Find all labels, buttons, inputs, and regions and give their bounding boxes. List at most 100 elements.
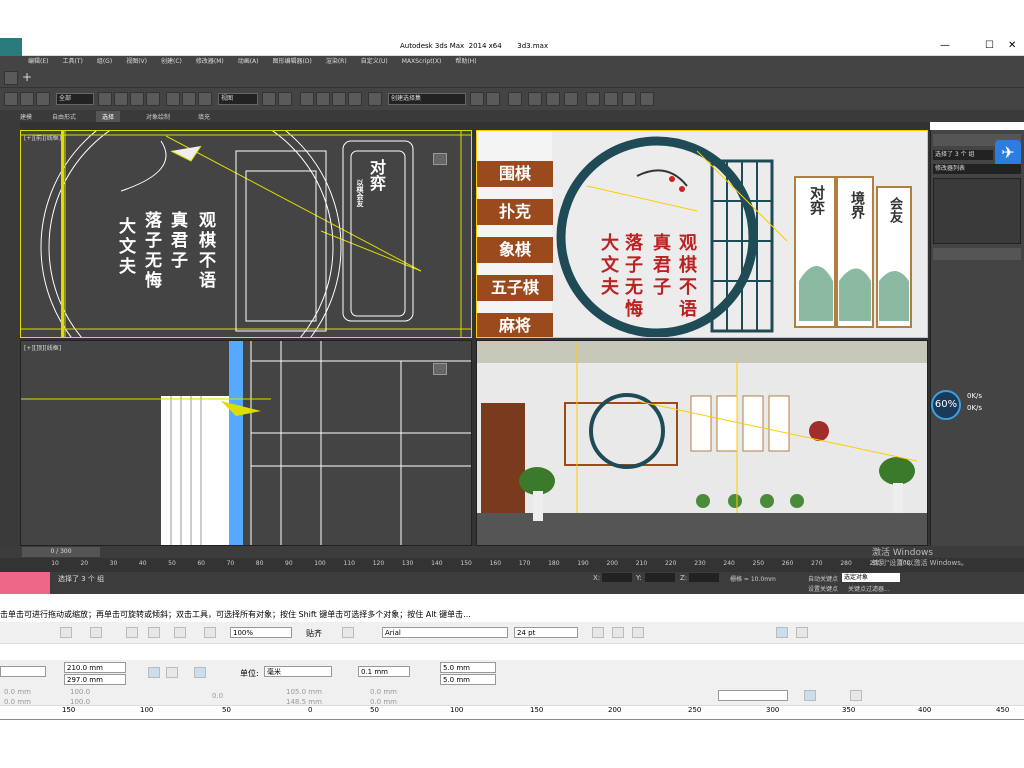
font-size-dropdown[interactable]: 24 pt bbox=[514, 627, 578, 638]
menu-create[interactable]: 创建(C) bbox=[161, 56, 182, 68]
tab-freeform[interactable]: 自由形式 bbox=[46, 111, 82, 122]
manipulate-icon[interactable] bbox=[278, 92, 292, 106]
percent-snap-icon[interactable] bbox=[332, 92, 346, 106]
time-slider[interactable]: 0 / 300 bbox=[0, 546, 1024, 558]
y-coord-field[interactable] bbox=[645, 573, 675, 582]
add-icon[interactable]: + bbox=[22, 71, 36, 85]
page-size-dropdown[interactable] bbox=[0, 666, 46, 677]
export-icon[interactable] bbox=[148, 627, 160, 638]
viewport-perspective[interactable]: 围棋 扑克 象棋 五子棋 麻将 大 文 夫 落 子 无 悔 真 君 子 观 棋 … bbox=[476, 130, 928, 338]
italic-icon[interactable] bbox=[612, 627, 624, 638]
named-selection-set-dropdown[interactable]: 创建选择集 bbox=[388, 93, 466, 105]
rect-selection-icon[interactable] bbox=[130, 92, 144, 106]
maxscript-listener[interactable] bbox=[0, 572, 50, 594]
time-slider-handle[interactable]: 0 / 300 bbox=[22, 547, 100, 557]
z-coord-field[interactable] bbox=[689, 573, 719, 582]
app-logo-icon[interactable] bbox=[0, 38, 22, 56]
menu-maxscript[interactable]: MAXScript(X) bbox=[402, 56, 442, 68]
menu-animation[interactable]: 动画(A) bbox=[238, 56, 259, 68]
maximize-button[interactable]: ☐ bbox=[985, 40, 994, 51]
tab-selection[interactable]: 选择 bbox=[96, 111, 121, 122]
viewport-camera[interactable] bbox=[476, 340, 928, 546]
menu-modifiers[interactable]: 修改器(M) bbox=[196, 56, 224, 68]
rendered-frame-window-icon[interactable] bbox=[622, 92, 636, 106]
tab-modeling[interactable]: 建模 bbox=[14, 111, 38, 122]
graphite-tools-icon[interactable] bbox=[528, 92, 542, 106]
options-icon[interactable] bbox=[342, 627, 354, 638]
close-button[interactable]: ✕ bbox=[1008, 40, 1016, 51]
schematic-view-icon[interactable] bbox=[564, 92, 578, 106]
redo-icon[interactable] bbox=[90, 627, 102, 638]
tab-populate[interactable]: 填充 bbox=[192, 111, 216, 122]
import-icon[interactable] bbox=[126, 627, 138, 638]
color-icon[interactable] bbox=[850, 690, 862, 701]
viewport-top[interactable]: [+][顶][线框] bbox=[20, 340, 472, 546]
set-key-button[interactable]: 设置关键点 bbox=[808, 584, 838, 593]
duplicate-x-field[interactable]: 5.0 mm bbox=[440, 662, 496, 673]
underline-icon[interactable] bbox=[632, 627, 644, 638]
selected-object-dropdown[interactable]: 选定对象 bbox=[842, 573, 900, 582]
float-helper-icon[interactable]: ✈ bbox=[995, 140, 1021, 166]
landscape-icon[interactable] bbox=[166, 667, 178, 678]
rotate-icon[interactable] bbox=[182, 92, 196, 106]
snap-toggle-icon[interactable] bbox=[300, 92, 314, 106]
track-bar[interactable]: 10 20 30 40 50 60 70 80 90 100 110 120 130 140 150 160 1… bbox=[0, 558, 1024, 572]
snap-to-dropdown[interactable]: 贴齐 bbox=[306, 628, 322, 639]
app-launcher-icon[interactable] bbox=[204, 627, 216, 638]
scale-icon[interactable] bbox=[198, 92, 212, 106]
curve-editor-icon[interactable] bbox=[546, 92, 560, 106]
pivot-icon[interactable] bbox=[262, 92, 276, 106]
x-coord-field[interactable] bbox=[602, 573, 632, 582]
window-crossing-icon[interactable] bbox=[146, 92, 160, 106]
angle-snap-icon[interactable] bbox=[316, 92, 330, 106]
layer-manager-icon[interactable] bbox=[508, 92, 522, 106]
units-dropdown[interactable]: 毫米 bbox=[264, 666, 332, 677]
font-list-dropdown[interactable]: Arial bbox=[382, 627, 508, 638]
all-pages-icon[interactable] bbox=[194, 667, 206, 678]
drawing-canvas[interactable] bbox=[0, 720, 1024, 768]
menu-customize[interactable]: 自定义(U) bbox=[361, 56, 388, 68]
select-object-icon[interactable] bbox=[98, 92, 112, 106]
link-icon[interactable] bbox=[4, 92, 18, 106]
viewport-front[interactable]: [+][前][线框] 大 文 夫 落 子 无 悔 真 君 子 观 棋 不 语 对… bbox=[20, 130, 472, 338]
bold-icon[interactable] bbox=[592, 627, 604, 638]
tab-object-paint[interactable]: 对象绘制 bbox=[140, 111, 176, 122]
selection-name-field[interactable]: 选择了 3 个 组 bbox=[933, 150, 993, 160]
align-left-icon[interactable] bbox=[776, 627, 788, 638]
page-height-field[interactable]: 297.0 mm bbox=[64, 674, 126, 685]
menu-graph-editors[interactable]: 图形编辑器(D) bbox=[273, 56, 312, 68]
viewcube-icon[interactable] bbox=[433, 153, 447, 165]
move-icon[interactable] bbox=[166, 92, 180, 106]
material-editor-icon[interactable] bbox=[586, 92, 600, 106]
menu-help[interactable]: 帮助(H) bbox=[455, 56, 476, 68]
portrait-icon[interactable] bbox=[148, 667, 160, 678]
publish-pdf-icon[interactable] bbox=[174, 627, 186, 638]
stack-tools-bar[interactable] bbox=[933, 248, 1021, 260]
edit-named-sel-icon[interactable] bbox=[368, 92, 382, 106]
minimize-button[interactable]: — bbox=[940, 40, 950, 51]
spinner-snap-icon[interactable] bbox=[348, 92, 362, 106]
align-justify-icon[interactable] bbox=[796, 627, 808, 638]
duplicate-y-field[interactable]: 5.0 mm bbox=[440, 674, 496, 685]
zoom-level-dropdown[interactable]: 100% bbox=[230, 627, 292, 638]
menu-group[interactable]: 组(G) bbox=[97, 56, 112, 68]
workspace-icon[interactable] bbox=[4, 71, 18, 85]
outline-width-dropdown[interactable] bbox=[718, 690, 788, 701]
menu-tools[interactable]: 工具(T) bbox=[62, 56, 82, 68]
selection-filter-dropdown[interactable]: 全部 bbox=[56, 93, 94, 105]
reference-coordinate-dropdown[interactable]: 视图 bbox=[218, 93, 258, 105]
modifier-stack[interactable] bbox=[933, 178, 1021, 244]
align-icon[interactable] bbox=[486, 92, 500, 106]
hand-tool-icon[interactable] bbox=[804, 690, 816, 701]
key-filters-button[interactable]: 关键点过滤器... bbox=[848, 584, 890, 593]
select-by-name-icon[interactable] bbox=[114, 92, 128, 106]
render-production-icon[interactable] bbox=[640, 92, 654, 106]
nudge-distance-field[interactable]: 0.1 mm bbox=[358, 666, 410, 677]
menu-view[interactable]: 视图(V) bbox=[126, 56, 147, 68]
mirror-icon[interactable] bbox=[470, 92, 484, 106]
unlink-icon[interactable] bbox=[20, 92, 34, 106]
menu-rendering[interactable]: 渲染(R) bbox=[326, 56, 347, 68]
page-width-field[interactable]: 210.0 mm bbox=[64, 662, 126, 673]
menu-edit[interactable]: 编辑(E) bbox=[28, 56, 48, 68]
modifier-list-dropdown[interactable]: 修改器列表 bbox=[933, 164, 1021, 174]
